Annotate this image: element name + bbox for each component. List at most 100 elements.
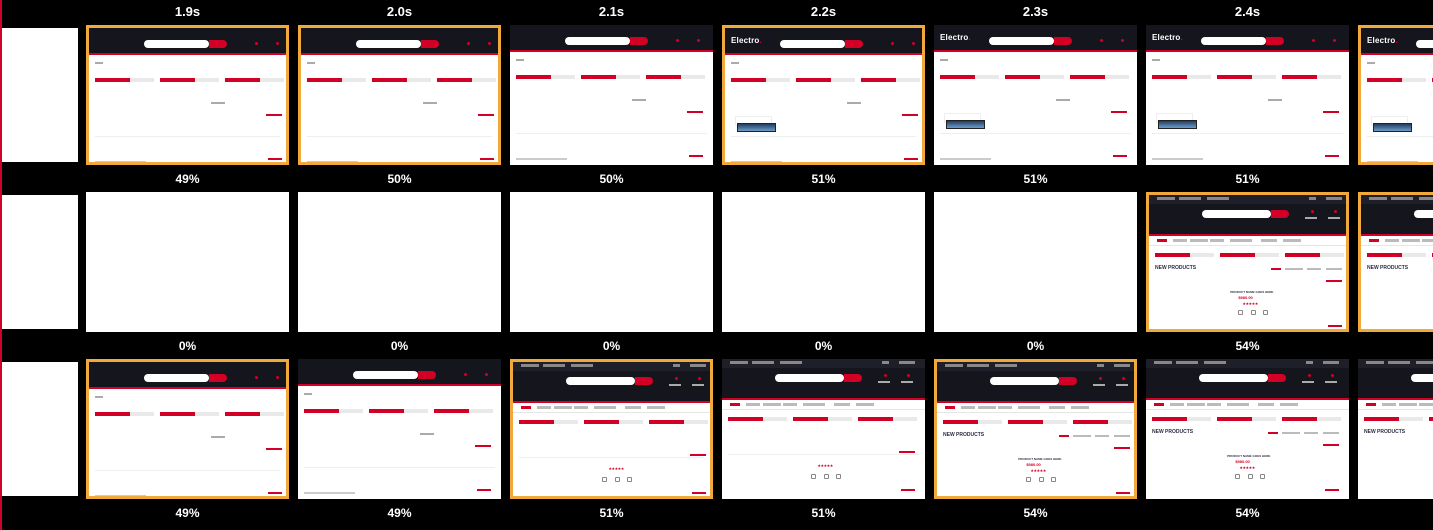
category-bar xyxy=(519,420,554,424)
cart-icon xyxy=(1121,377,1125,380)
category-bar-bg xyxy=(341,78,366,82)
cart-icon xyxy=(484,373,488,376)
wishlist-icon xyxy=(602,477,608,482)
filmstrip-frame[interactable] xyxy=(86,192,289,332)
category-bar-bg xyxy=(1189,253,1214,257)
cart-icon xyxy=(1333,210,1337,213)
top-bar-address xyxy=(1207,197,1229,200)
link-text xyxy=(1110,111,1127,113)
filmstrip-frame-highlighted[interactable]: Electro. xyxy=(722,25,925,165)
filmstrip-frame[interactable] xyxy=(298,192,501,332)
category-bar xyxy=(1367,253,1402,257)
filmstrip-frame[interactable]: Electro. xyxy=(934,25,1137,165)
cart-label xyxy=(691,384,704,386)
cart-icon xyxy=(1332,39,1336,42)
search-bar xyxy=(1201,210,1271,218)
laptop-image xyxy=(1373,123,1412,132)
category-bar-bg xyxy=(1039,75,1064,79)
breadcrumb xyxy=(304,393,312,395)
placeholder-text xyxy=(1055,99,1070,101)
filmstrip-frame-highlighted[interactable]: ★★★★★ xyxy=(510,359,713,499)
category-bar xyxy=(584,420,619,424)
initial-blank-frame xyxy=(2,28,78,162)
visual-complete-percent: 50% xyxy=(599,172,624,186)
search-bar xyxy=(355,40,421,48)
product-price: $980.00 xyxy=(1235,459,1250,464)
cart-icon xyxy=(275,376,279,379)
category-bar xyxy=(1367,78,1402,82)
category-bar-bg xyxy=(550,75,575,79)
wishlist-icon xyxy=(1235,474,1241,479)
category-bar xyxy=(304,409,339,413)
footer-text xyxy=(516,158,567,160)
divider xyxy=(1367,136,1433,137)
filmstrip-frame-highlighted[interactable] xyxy=(86,25,289,165)
category-bar xyxy=(95,412,130,416)
filmstrip-frame[interactable]: ★★★★★ xyxy=(722,359,925,499)
product-tab xyxy=(1113,435,1130,437)
filmstrip-frame[interactable]: NEW PRODUCTSPRODUCT NAME GOES HERE$980.0… xyxy=(1358,359,1433,499)
breadcrumb xyxy=(307,62,315,64)
filmstrip-frame[interactable] xyxy=(934,192,1137,332)
top-bar-phone xyxy=(1369,197,1387,200)
search-button xyxy=(208,40,228,48)
top-bar-account xyxy=(689,364,706,367)
site-header xyxy=(722,368,925,400)
filmstrip-frame[interactable]: NEW PRODUCTSPRODUCT NAME GOES HERE$980.0… xyxy=(1146,359,1349,499)
filmstrip-frame-highlighted[interactable]: NEW PRODUCTSPRODUCT NAME GOES HERE$980.0… xyxy=(1146,192,1349,332)
link-text xyxy=(686,111,703,113)
product-tab xyxy=(1325,268,1342,270)
footer-text xyxy=(1152,158,1203,160)
footer-text xyxy=(940,158,991,160)
category-bar-bg xyxy=(468,409,493,413)
cart-icon xyxy=(487,42,491,45)
placeholder-text xyxy=(631,99,646,101)
visual-complete-percent: 50% xyxy=(387,172,412,186)
category-bar-bg xyxy=(895,78,920,82)
nav-item xyxy=(1418,403,1433,406)
wishlist-label xyxy=(1093,384,1106,386)
product-tab xyxy=(1304,432,1319,434)
category-bar-bg xyxy=(680,75,705,79)
filmstrip-frame-highlighted[interactable]: NEW PRODUCTSPRODUCT NAME GOES HERE$980.0… xyxy=(1358,192,1433,332)
nav-item-home xyxy=(521,406,532,409)
category-bar-bg xyxy=(1042,420,1067,424)
timestamp-label: 2.2s xyxy=(810,4,837,19)
nav-item xyxy=(594,406,617,409)
back-to-top xyxy=(1324,489,1339,491)
top-bar-address xyxy=(1416,361,1433,364)
category-bar xyxy=(1217,75,1252,79)
divider xyxy=(519,457,704,458)
category-bar-bg xyxy=(194,78,219,82)
nav-item xyxy=(833,403,850,406)
filmstrip-frame-highlighted[interactable] xyxy=(298,25,501,165)
product-tab xyxy=(1307,268,1322,270)
category-bar xyxy=(1285,253,1320,257)
filmstrip-frame-highlighted[interactable]: Electro. xyxy=(1358,25,1433,165)
filmstrip-frame[interactable] xyxy=(510,25,713,165)
category-bar-bg xyxy=(1401,253,1426,257)
search-bar xyxy=(989,377,1059,385)
filmstrip-frame[interactable] xyxy=(510,192,713,332)
category-bar-bg xyxy=(830,78,855,82)
visual-complete-percent: 49% xyxy=(175,172,200,186)
nav-item xyxy=(1401,239,1420,242)
category-bar-bg xyxy=(1254,253,1279,257)
category-bar xyxy=(796,78,831,82)
breadcrumb xyxy=(516,59,524,61)
nav-item xyxy=(646,406,665,409)
filmstrip-frame-highlighted[interactable]: NEW PRODUCTSPRODUCT NAME GOES HERE$980.0… xyxy=(934,359,1137,499)
filmstrip-frame[interactable]: Electro. xyxy=(1146,25,1349,165)
filmstrip-frame[interactable] xyxy=(298,359,501,499)
filmstrip-frame-highlighted[interactable] xyxy=(86,359,289,499)
category-bar-bg xyxy=(762,417,787,421)
category-bar xyxy=(516,75,551,79)
nav-item-home xyxy=(1154,403,1165,406)
category-bar-bg xyxy=(1186,75,1211,79)
nav-item xyxy=(977,406,996,409)
nav-item xyxy=(997,406,1012,409)
filmstrip-frame[interactable] xyxy=(722,192,925,332)
category-bar-bg xyxy=(892,417,917,421)
placeholder-text xyxy=(419,433,434,435)
category-bar-bg xyxy=(553,420,578,424)
